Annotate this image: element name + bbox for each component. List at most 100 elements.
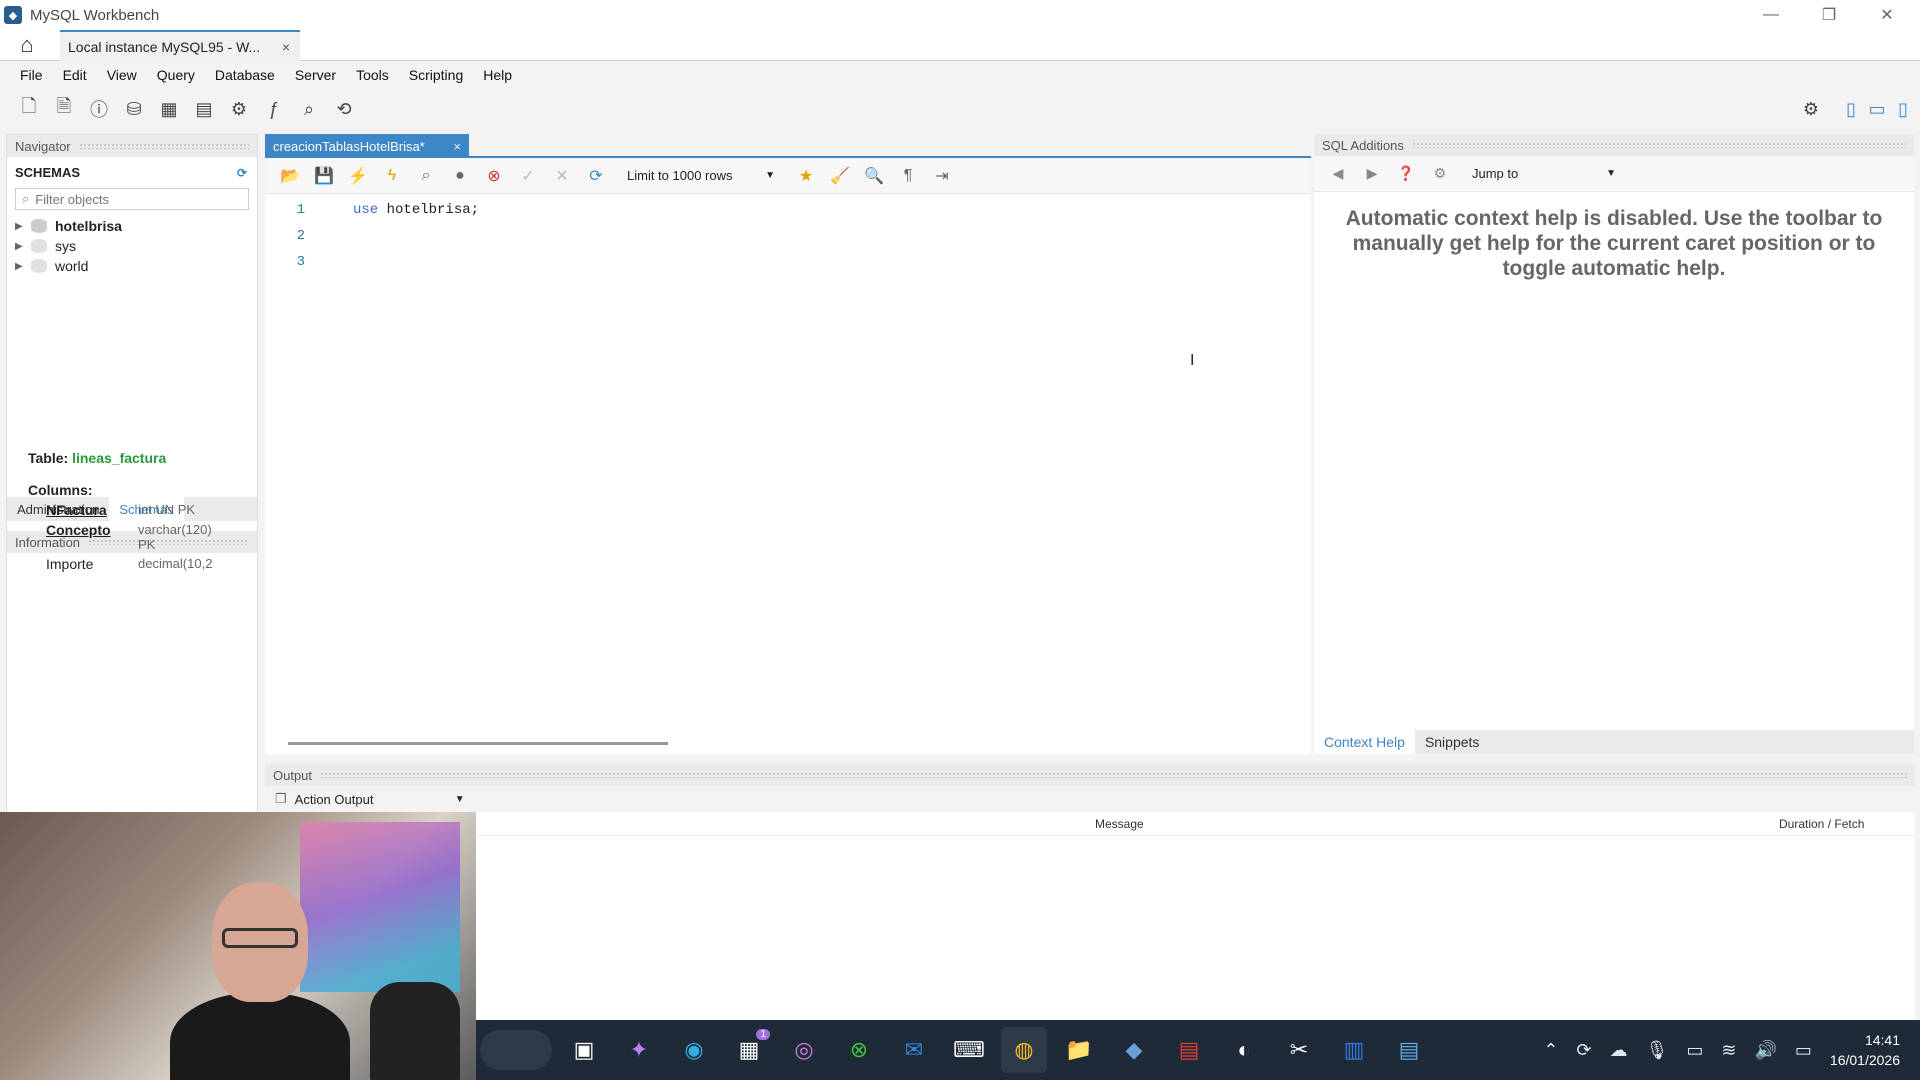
notepad-icon[interactable]: ▤ [1386,1027,1432,1073]
app-icon[interactable]: ◎ [781,1027,827,1073]
horizontal-scrollbar[interactable] [288,742,668,745]
editor-toolbar: 📂 💾 ⚡ ϟ ⌕ ● ⊗ ✓ ✕ ⟳ Limit to 1000 rows ▼… [265,158,1311,194]
outlook-icon[interactable]: ✉ [891,1027,937,1073]
beautify-icon[interactable]: 🧹 [825,162,855,190]
table-info: Table: lineas_factura [28,450,248,466]
volume-icon[interactable]: 🔊 [1754,1040,1776,1061]
code-area[interactable]: 1 use hotelbrisa; 2 3 [265,194,1311,734]
file-explorer-icon[interactable]: 📁 [1056,1027,1102,1073]
menu-server[interactable]: Server [285,67,346,83]
expand-arrow-icon[interactable]: ▶ [15,261,29,272]
word-icon[interactable]: ▥ [1331,1027,1377,1073]
menu-file[interactable]: File [10,67,53,83]
stop-icon[interactable]: ● [445,162,475,190]
manual-help-icon[interactable]: ❓ [1392,160,1420,188]
wifi-icon[interactable]: ≋ [1721,1040,1736,1061]
refresh-schemas-icon[interactable]: ⟳ [237,166,247,180]
open-file-icon[interactable]: 📂 [275,162,305,190]
open-sql-script-icon[interactable]: 🗎 [49,94,79,124]
presenter [170,872,350,1080]
commit-icon[interactable]: ✓ [513,162,543,190]
filter-objects-field[interactable]: ⌕ [15,188,249,210]
copilot-icon[interactable]: ✦ [616,1027,662,1073]
terminal-icon[interactable]: ⌨ [946,1027,992,1073]
restore-button[interactable]: ❐ [1800,0,1858,30]
find-icon[interactable]: 🔍 [859,162,889,190]
explain-icon[interactable]: ⌕ [411,162,441,190]
windows-taskbar: ▣ ✦ ◉ ▦ 1 ◎ ⊗ ✉ ⌨ ◍ 📁 ◆ ▤ ◐ ✂ ▥ ▤ ⌃ ⟳ ☁ 🎙… [476,1020,1920,1080]
minimize-button[interactable]: — [1742,0,1800,30]
invisible-chars-icon[interactable]: ¶ [893,162,923,190]
word-wrap-icon[interactable]: ⇥ [927,162,957,190]
create-table-icon[interactable]: ▦ [154,94,184,124]
schema-item-sys[interactable]: ▶ sys [7,236,257,256]
reconnect-icon[interactable]: ⟲ [329,94,359,124]
new-sql-tab-icon[interactable]: 🗋 [14,94,44,124]
create-schema-icon[interactable]: ⛁ [119,94,149,124]
schema-item-world[interactable]: ▶ world [7,256,257,276]
column-header-duration[interactable]: Duration / Fetch [1779,817,1864,831]
xbox-icon[interactable]: ⊗ [836,1027,882,1073]
onedrive-icon[interactable]: ☁ [1610,1040,1628,1061]
clock[interactable]: 14:41 16/01/2026 [1830,1030,1900,1070]
store-icon[interactable]: ▦ 1 [726,1027,772,1073]
create-procedure-icon[interactable]: ⚙ [224,94,254,124]
close-window-button[interactable]: ✕ [1858,0,1916,30]
menu-view[interactable]: View [97,67,147,83]
create-view-icon[interactable]: ▤ [189,94,219,124]
menu-tools[interactable]: Tools [346,67,399,83]
toggle-secondary-sidebar-icon[interactable]: ▯ [1888,94,1918,124]
auto-help-icon[interactable]: ⚙ [1426,160,1454,188]
rollback-icon[interactable]: ✕ [547,162,577,190]
taskbar-search[interactable] [480,1030,552,1070]
obs-icon[interactable]: ◐ [1221,1027,1267,1073]
filter-objects-input[interactable] [35,191,226,207]
sync-icon[interactable]: ⟳ [1576,1040,1591,1061]
menu-query[interactable]: Query [147,67,205,83]
tab-snippets[interactable]: Snippets [1415,730,1489,754]
close-connection-tab-button[interactable]: × [282,39,290,55]
sql-additions-title: SQL Additions [1322,137,1404,153]
stop-on-error-icon[interactable]: ⊗ [479,162,509,190]
limit-rows-select[interactable]: Limit to 1000 rows ▼ [621,163,781,189]
expand-arrow-icon[interactable]: ▶ [15,241,29,252]
line-number: 1 [296,202,305,218]
editor-tab[interactable]: creacionTablasHotelBrisa* × [265,134,469,158]
autocommit-icon[interactable]: ⟳ [581,162,611,190]
schema-item-hotelbrisa[interactable]: ▶ hotelbrisa [7,216,257,236]
menu-scripting[interactable]: Scripting [399,67,473,83]
add-snippet-icon[interactable]: ★ [791,162,821,190]
chrome-icon[interactable]: ◍ [1001,1027,1047,1073]
execute-current-icon[interactable]: ϟ [377,162,407,190]
chevron-up-icon[interactable]: ⌃ [1543,1040,1558,1061]
tab-context-help[interactable]: Context Help [1314,730,1415,754]
display-icon[interactable]: ▭ [1686,1040,1703,1061]
editor-tabstrip: creacionTablasHotelBrisa* × [265,134,1311,158]
microphone-icon[interactable]: 🎙 [1646,1040,1669,1061]
create-function-icon[interactable]: ƒ [259,94,289,124]
task-view-icon[interactable]: ▣ [561,1027,607,1073]
output-mode-select[interactable]: Action Output ▼ [295,792,465,807]
inspector-icon[interactable]: ⓘ [84,94,114,124]
close-editor-tab-button[interactable]: × [453,139,461,154]
home-icon[interactable]: ⌂ [10,32,44,58]
connection-tab[interactable]: Local instance MySQL95 - W... × [60,30,300,61]
edge-icon[interactable]: ◉ [671,1027,717,1073]
save-icon[interactable]: 💾 [309,162,339,190]
mysql-workbench-taskbar-icon[interactable]: ◆ [1111,1027,1157,1073]
column-header-message[interactable]: Message [1095,817,1144,831]
menu-database[interactable]: Database [205,67,285,83]
menu-edit[interactable]: Edit [53,67,97,83]
forward-arrow-icon[interactable]: ▶ [1358,160,1386,188]
execute-icon[interactable]: ⚡ [343,162,373,190]
search-table-data-icon[interactable]: ⌕ [294,94,324,124]
battery-icon[interactable]: ▭ [1795,1040,1812,1061]
jump-to-select[interactable]: Jump to ▼ [1466,162,1616,186]
snipping-tool-icon[interactable]: ✂ [1276,1027,1322,1073]
back-arrow-icon[interactable]: ◀ [1324,160,1352,188]
copy-output-icon[interactable]: ❐ [275,791,287,807]
menu-help[interactable]: Help [473,67,522,83]
pdf-icon[interactable]: ▤ [1166,1027,1212,1073]
expand-arrow-icon[interactable]: ▶ [15,221,29,232]
preferences-gear-icon[interactable]: ⚙ [1796,94,1826,124]
